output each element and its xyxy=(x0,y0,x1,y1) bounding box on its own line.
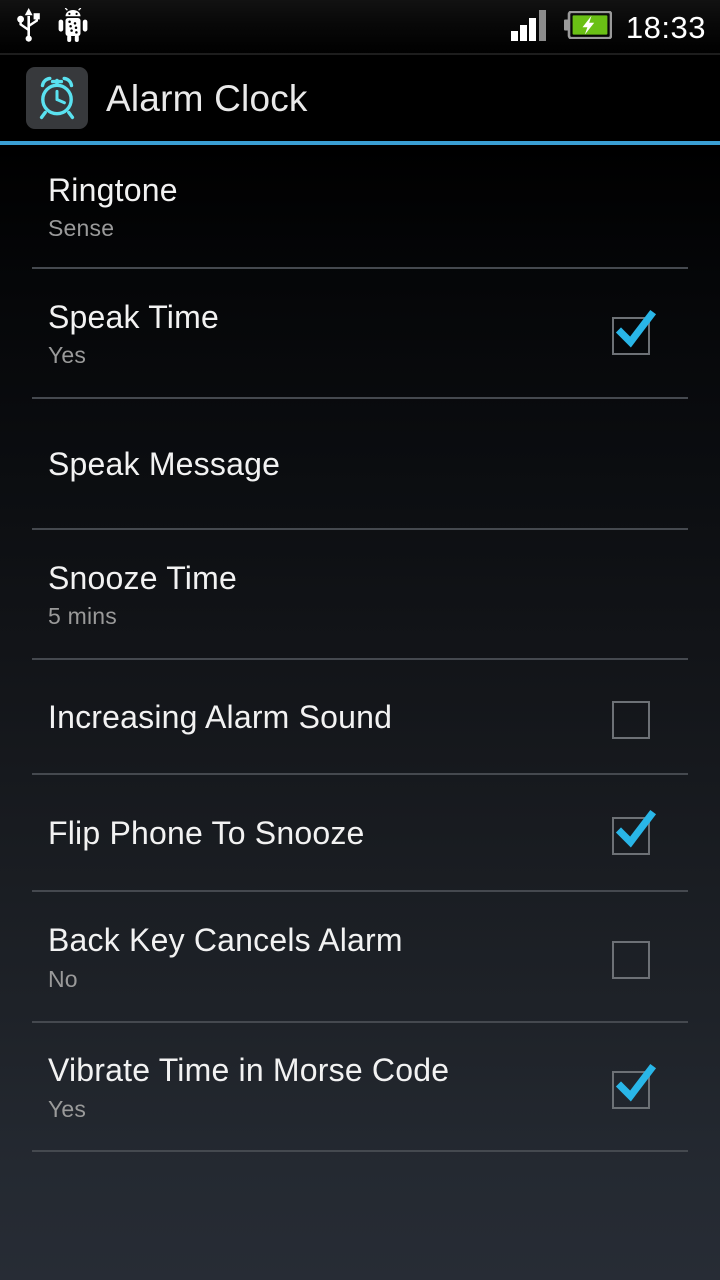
status-bar-clock: 18:33 xyxy=(625,10,706,45)
row-summary: No xyxy=(48,965,78,992)
row-title: Vibrate Time in Morse Code xyxy=(48,1052,450,1089)
row-summary: 5 mins xyxy=(48,603,117,630)
status-bar: 18:33 xyxy=(0,0,720,55)
row-text: Increasing Alarm Sound xyxy=(48,700,604,735)
signal-bars-icon xyxy=(510,9,552,46)
usb-icon xyxy=(16,8,42,47)
row-text: Flip Phone To Snooze xyxy=(48,816,604,851)
row-text: Back Key Cancels Alarm No xyxy=(48,923,604,992)
accent-divider xyxy=(0,141,720,145)
checkbox-checked[interactable] xyxy=(604,806,660,862)
checkbox-unchecked[interactable] xyxy=(604,930,660,986)
checkbox-box xyxy=(612,700,650,739)
action-bar[interactable]: Alarm Clock xyxy=(0,55,720,141)
row-text: Vibrate Time in Morse Code Yes xyxy=(48,1053,604,1122)
checkbox-checked[interactable] xyxy=(604,1060,660,1116)
settings-list[interactable]: Ringtone Sense Speak Time Yes Speak Mess… xyxy=(0,145,720,1280)
row-text: Ringtone Sense xyxy=(48,173,688,242)
checkbox-checked[interactable] xyxy=(604,306,660,362)
row-summary: Yes xyxy=(48,342,87,369)
row-text: Speak Time Yes xyxy=(48,300,604,369)
list-item[interactable]: Flip Phone To Snooze xyxy=(0,775,720,892)
status-bar-left-icons xyxy=(16,7,90,47)
checkmark-icon xyxy=(615,309,657,348)
list-item[interactable]: Vibrate Time in Morse Code Yes xyxy=(0,1023,720,1152)
row-title: Back Key Cancels Alarm xyxy=(48,922,403,959)
list-item[interactable]: Speak Message xyxy=(0,399,720,530)
android-debug-icon xyxy=(56,7,90,47)
android-screen: 18:33 Alarm Clock Ringtone Sense Speak T… xyxy=(0,0,720,1280)
battery-charging-icon xyxy=(563,10,613,44)
list-item[interactable]: Ringtone Sense xyxy=(0,145,720,269)
row-title: Speak Message xyxy=(48,446,281,483)
row-divider xyxy=(32,1150,688,1152)
checkbox-unchecked[interactable] xyxy=(604,690,660,746)
row-title: Ringtone xyxy=(48,171,178,208)
row-text: Speak Message xyxy=(48,447,688,482)
list-item[interactable]: Back Key Cancels Alarm No xyxy=(0,892,720,1023)
list-item[interactable]: Increasing Alarm Sound xyxy=(0,660,720,775)
checkmark-icon xyxy=(615,809,657,847)
row-title: Speak Time xyxy=(48,298,219,335)
checkbox-box xyxy=(612,940,650,979)
row-title: Increasing Alarm Sound xyxy=(48,699,393,736)
row-summary: Yes xyxy=(48,1095,87,1122)
row-summary: Sense xyxy=(48,215,115,242)
row-title: Flip Phone To Snooze xyxy=(48,815,365,852)
list-item[interactable]: Snooze Time 5 mins xyxy=(0,530,720,660)
row-text: Snooze Time 5 mins xyxy=(48,561,688,630)
page-title: Alarm Clock xyxy=(106,77,308,119)
status-bar-right-icons: 18:33 xyxy=(510,9,706,46)
status-bar-edge xyxy=(0,53,720,55)
checkmark-icon xyxy=(615,1063,657,1101)
alarm-clock-icon[interactable] xyxy=(26,67,88,129)
row-title: Snooze Time xyxy=(48,559,237,596)
list-item[interactable]: Speak Time Yes xyxy=(0,269,720,399)
